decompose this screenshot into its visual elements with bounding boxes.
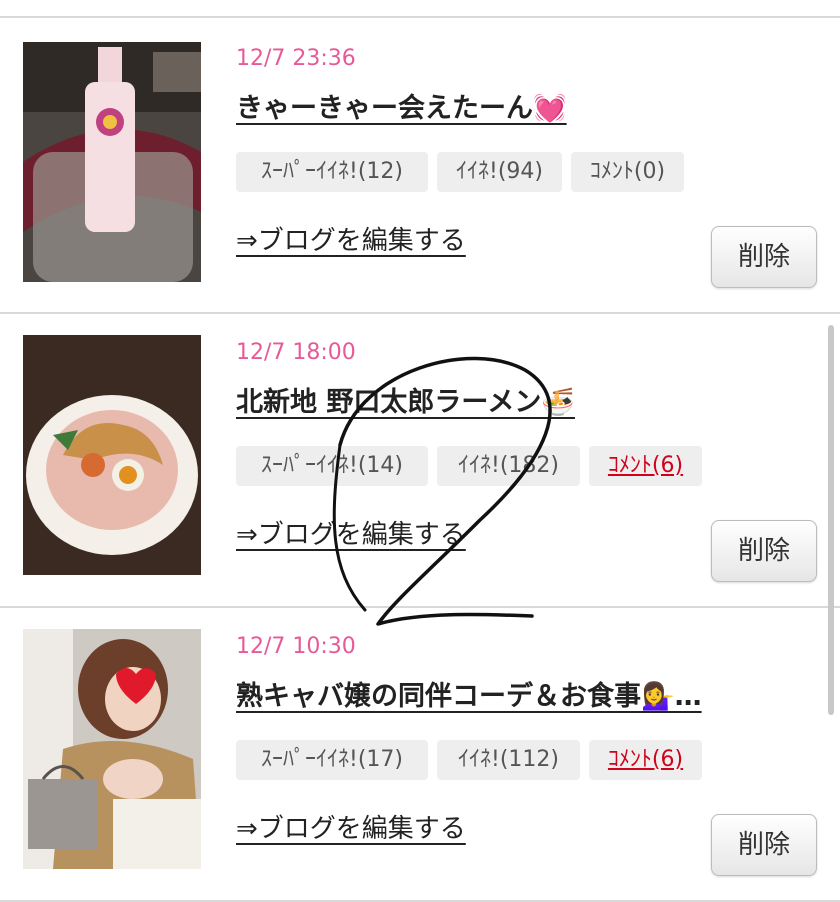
post-date: 12/7 23:36 <box>236 46 356 71</box>
outfit-photo[interactable] <box>23 629 201 869</box>
comment-badge-link[interactable]: ｺﾒﾝﾄ(6) <box>589 740 702 780</box>
delete-button[interactable]: 削除 <box>711 226 817 288</box>
champagne-photo[interactable] <box>23 42 201 282</box>
post-title-link[interactable]: 北新地 野口太郎ラーメン🍜 <box>236 380 575 419</box>
edit-blog-link[interactable]: ⇒ブログを編集する <box>236 514 466 551</box>
super-like-badge[interactable]: ｽｰﾊﾟｰｲｲﾈ!(17) <box>236 740 428 780</box>
blog-entry: 12/7 18:00 北新地 野口太郎ラーメン🍜 ｽｰﾊﾟｰｲｲﾈ!(14) ｲ… <box>0 312 840 608</box>
like-badge[interactable]: ｲｲﾈ!(112) <box>437 740 580 780</box>
post-date: 12/7 18:00 <box>236 340 356 365</box>
delete-button[interactable]: 削除 <box>711 814 817 876</box>
scrollbar[interactable] <box>828 325 834 715</box>
comment-badge-link[interactable]: ｺﾒﾝﾄ(6) <box>589 446 702 486</box>
edit-blog-link[interactable]: ⇒ブログを編集する <box>236 808 466 845</box>
post-title-link[interactable]: 熟キャバ嬢の同伴コーデ＆お食事💁‍♀️… <box>236 674 702 713</box>
edit-blog-link[interactable]: ⇒ブログを編集する <box>236 220 466 257</box>
blog-entry: 12/7 10:30 熟キャバ嬢の同伴コーデ＆お食事💁‍♀️… ｽｰﾊﾟｰｲｲﾈ… <box>0 606 840 902</box>
super-like-badge[interactable]: ｽｰﾊﾟｰｲｲﾈ!(14) <box>236 446 428 486</box>
super-like-badge[interactable]: ｽｰﾊﾟｰｲｲﾈ!(12) <box>236 152 428 192</box>
like-badge[interactable]: ｲｲﾈ!(182) <box>437 446 580 486</box>
like-badge[interactable]: ｲｲﾈ!(94) <box>437 152 562 192</box>
post-date: 12/7 10:30 <box>236 634 356 659</box>
ramen-photo[interactable] <box>23 335 201 575</box>
comment-badge: ｺﾒﾝﾄ(0) <box>571 152 684 192</box>
blog-entry: 12/7 23:36 きゃーきゃー会えたーん💓 ｽｰﾊﾟｰｲｲﾈ!(12) ｲｲ… <box>0 18 840 314</box>
delete-button[interactable]: 削除 <box>711 520 817 582</box>
post-title-link[interactable]: きゃーきゃー会えたーん💓 <box>236 86 567 125</box>
